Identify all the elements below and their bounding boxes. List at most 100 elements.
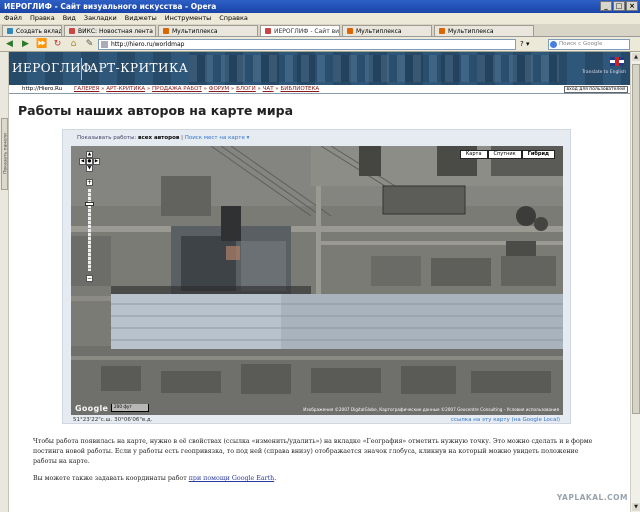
search-placeholder: Поиск с Google xyxy=(559,41,603,47)
page-scrollbar[interactable]: ▲ ▼ xyxy=(630,52,640,512)
wand-icon[interactable]: ✎ xyxy=(84,39,95,50)
nav-gallery[interactable]: ГАЛЕРЕЯ xyxy=(74,86,99,92)
satellite-map[interactable]: ▲ ◀ ● ▶ ▼ + − Карта Спутник Гибрид Google … xyxy=(71,146,563,415)
glyph-banner xyxy=(189,55,559,82)
site-section-title[interactable]: АРТ-КРИТИКА xyxy=(89,61,188,75)
fast-forward-icon[interactable]: ⏩ xyxy=(36,39,47,50)
tab-multiplex-3[interactable]: Мультиплекса xyxy=(434,25,534,36)
tab-multiplex-1[interactable]: Мультиплекса xyxy=(158,25,258,36)
menu-file[interactable]: Файл xyxy=(4,13,22,24)
scroll-down-icon[interactable]: ▼ xyxy=(632,503,640,511)
home-icon[interactable]: ⌂ xyxy=(68,39,79,50)
map-scale-bar: 200 фут xyxy=(111,404,149,412)
zoom-out-button[interactable]: − xyxy=(86,275,93,282)
map-container: Показывать работы: всех авторов | Поиск … xyxy=(62,129,571,424)
menu-tools[interactable]: Инструменты xyxy=(165,13,212,24)
pan-up-icon[interactable]: ▲ xyxy=(86,151,93,158)
map-type-map[interactable]: Карта xyxy=(459,150,488,159)
site-logo[interactable]: ИЕРОГЛИФ xyxy=(12,61,92,75)
tab-label: Мультиплекса xyxy=(356,27,402,35)
back-icon[interactable]: ◀ xyxy=(4,39,15,50)
nav-links: ГАЛЕРЕЯ » АРТ-КРИТИКА » ПРОДАЖА РАБОТ » … xyxy=(74,85,319,94)
tab-hiero[interactable]: ИЕРОГЛИФ - Сайт виз... xyxy=(260,25,340,36)
page-title: Работы наших авторов на карте мира xyxy=(18,103,294,118)
nav-blogs[interactable]: БЛОГИ xyxy=(236,86,256,92)
login-button[interactable]: вход для пользователей xyxy=(563,86,628,93)
scroll-up-icon[interactable]: ▲ xyxy=(632,53,640,61)
reload-icon[interactable]: ↻ xyxy=(52,39,63,50)
menu-widgets[interactable]: Виджеты xyxy=(125,13,157,24)
menu-help[interactable]: Справка xyxy=(219,13,248,24)
translate-link[interactable]: Translate to English xyxy=(582,70,626,75)
search-places-link[interactable]: Поиск мест на карте ▾ xyxy=(185,135,250,141)
map-type-satellite[interactable]: Спутник xyxy=(487,150,522,159)
zoom-slider-knob[interactable] xyxy=(85,202,94,206)
show-panels-button[interactable]: Показать панели xyxy=(1,118,9,190)
home-link[interactable]: http://Hiero.Ru xyxy=(22,85,62,94)
map-coordinates: 51°23'22"с.ш. 30°06'06"в.д. xyxy=(73,417,153,423)
help-dropdown[interactable]: ? ▾ xyxy=(520,39,542,50)
nav-sales[interactable]: ПРОДАЖА РАБОТ xyxy=(152,86,202,92)
window-title: ИЕРОГЛИФ - Сайт визуального искусства - … xyxy=(4,2,217,11)
tab-news[interactable]: ВИКС: Новостная лента xyxy=(64,25,156,36)
tab-new[interactable]: Создать вкладку xyxy=(2,25,62,36)
pan-left-icon[interactable]: ◀ xyxy=(79,158,86,165)
show-panels-label: Показать панели xyxy=(3,133,9,174)
window-title-bar: ИЕРОГЛИФ - Сайт визуального искусства - … xyxy=(0,0,640,13)
page-icon xyxy=(265,28,271,34)
satellite-imagery xyxy=(71,146,563,415)
nav-library[interactable]: БИБЛИОТЕКА xyxy=(280,86,319,92)
search-input[interactable]: Поиск с Google xyxy=(548,39,630,50)
pan-down-icon[interactable]: ▼ xyxy=(86,165,93,172)
map-link[interactable]: ссылка на эту карту (на Google Local) xyxy=(451,417,560,423)
google-icon xyxy=(550,41,557,48)
tab-label: ВИКС: Новостная лента xyxy=(78,27,153,35)
page-icon xyxy=(69,28,75,34)
google-logo: Google xyxy=(75,404,109,413)
uk-flag-icon[interactable] xyxy=(610,57,624,66)
watermark: YAPLAKAL.COM xyxy=(556,493,628,502)
nav-chat[interactable]: ЧАТ xyxy=(263,86,274,92)
close-button[interactable]: × xyxy=(626,1,638,11)
menu-bookmarks[interactable]: Закладки xyxy=(84,13,117,24)
site-navigation: http://Hiero.Ru ГАЛЕРЕЯ » АРТ-КРИТИКА » … xyxy=(9,85,630,94)
show-works-value[interactable]: всех авторов xyxy=(138,135,179,141)
google-earth-text: Вы можете также задавать координаты рабо… xyxy=(33,475,189,482)
new-tab-icon xyxy=(7,28,13,34)
logo-divider xyxy=(81,58,82,80)
page-icon xyxy=(347,28,353,34)
nav-separator: » xyxy=(145,86,152,92)
menu-view[interactable]: Вид xyxy=(63,13,76,24)
tab-label: Мультиплекса xyxy=(172,27,218,35)
filter-separator: | xyxy=(181,135,183,141)
tab-multiplex-2[interactable]: Мультиплекса xyxy=(342,25,432,36)
zoom-in-button[interactable]: + xyxy=(86,179,93,186)
favicon-icon xyxy=(101,41,108,48)
pan-center-icon[interactable]: ● xyxy=(86,158,93,165)
google-earth-link[interactable]: при помощи Google Earth xyxy=(189,475,275,482)
map-copyright: Изображения ©2007 DigitalGlobe, Картогра… xyxy=(303,407,559,412)
map-filter-bar: Показывать работы: всех авторов | Поиск … xyxy=(77,135,249,141)
minimize-button[interactable]: _ xyxy=(600,1,612,11)
maximize-button[interactable]: □ xyxy=(613,1,625,11)
address-text: http://hiero.ru/worldmap xyxy=(111,41,185,48)
page-icon xyxy=(439,28,445,34)
scroll-thumb[interactable] xyxy=(632,64,640,414)
map-type-hybrid[interactable]: Гибрид xyxy=(521,150,555,159)
site-header: ИЕРОГЛИФ АРТ-КРИТИКА Translate to Englis… xyxy=(9,52,630,85)
page-icon xyxy=(163,28,169,34)
pan-right-icon[interactable]: ▶ xyxy=(93,158,100,165)
nav-art-critique[interactable]: АРТ-КРИТИКА xyxy=(106,86,145,92)
nav-forum[interactable]: ФОРУМ xyxy=(209,86,229,92)
window-controls: _ □ × xyxy=(600,1,638,11)
map-type-switcher: Карта Спутник Гибрид xyxy=(459,150,555,159)
google-earth-paragraph: Вы можете также задавать координаты рабо… xyxy=(33,475,276,482)
show-works-label: Показывать работы: xyxy=(77,135,137,141)
address-input[interactable]: http://hiero.ru/worldmap xyxy=(98,39,516,50)
menu-edit[interactable]: Правка xyxy=(30,13,55,24)
pan-control: ▲ ◀ ● ▶ ▼ xyxy=(79,151,101,172)
forward-icon[interactable]: ▶ xyxy=(20,39,31,50)
tab-bar: Создать вкладку ВИКС: Новостная лента Му… xyxy=(0,24,640,37)
address-toolbar: ◀ ▶ ⏩ ↻ ⌂ ✎ http://hiero.ru/worldmap ? ▾… xyxy=(0,37,640,52)
nav-separator: » xyxy=(201,86,209,92)
